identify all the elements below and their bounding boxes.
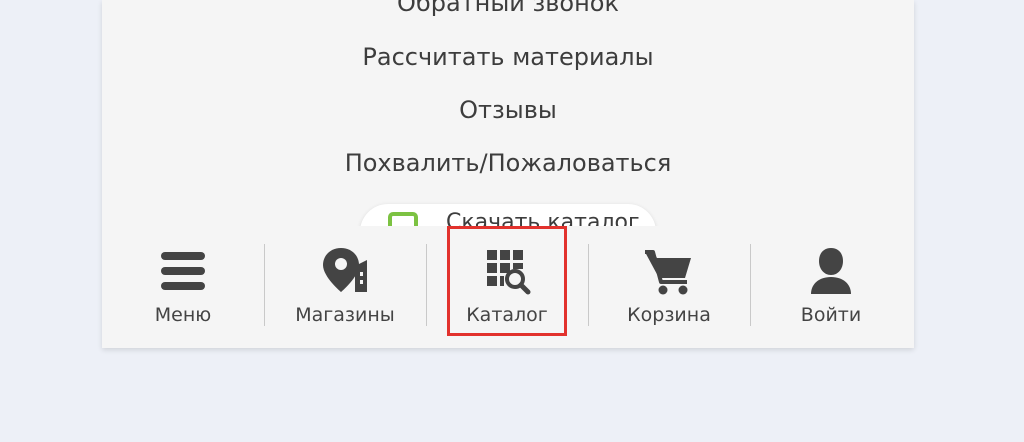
menu-link-calculate-materials[interactable]: Рассчитать материалы bbox=[102, 42, 914, 72]
mobile-menu-panel: Обратный звонок Рассчитать материалы Отз… bbox=[102, 0, 914, 348]
nav-item-stores[interactable]: Магазины bbox=[264, 226, 426, 348]
nav-label-cart: Корзина bbox=[627, 304, 711, 326]
bottom-nav-bar: Меню Магазины Каталог Корзина Войти bbox=[102, 226, 914, 348]
menu-link-reviews[interactable]: Отзывы bbox=[102, 95, 914, 125]
user-icon bbox=[811, 248, 851, 294]
menu-link-callback[interactable]: Обратный звонок bbox=[102, 0, 914, 18]
store-location-icon bbox=[323, 248, 367, 292]
cart-icon bbox=[645, 250, 691, 295]
hamburger-icon bbox=[161, 252, 205, 290]
nav-label-stores: Магазины bbox=[295, 304, 395, 326]
catalog-highlight-frame bbox=[447, 226, 567, 336]
catalog-download-icon bbox=[388, 212, 418, 226]
nav-label-menu: Меню bbox=[154, 304, 212, 326]
download-catalog-label: Скачать каталог bbox=[446, 210, 640, 226]
menu-link-praise-complain[interactable]: Похвалить/Пожаловаться bbox=[102, 148, 914, 178]
nav-item-cart[interactable]: Корзина bbox=[588, 226, 750, 348]
download-catalog-button[interactable]: Скачать каталог bbox=[360, 204, 656, 226]
nav-item-login[interactable]: Войти bbox=[750, 226, 912, 348]
nav-label-login: Войти bbox=[800, 304, 862, 326]
menu-links: Обратный звонок Рассчитать материалы Отз… bbox=[102, 0, 914, 226]
nav-item-menu[interactable]: Меню bbox=[102, 226, 264, 348]
